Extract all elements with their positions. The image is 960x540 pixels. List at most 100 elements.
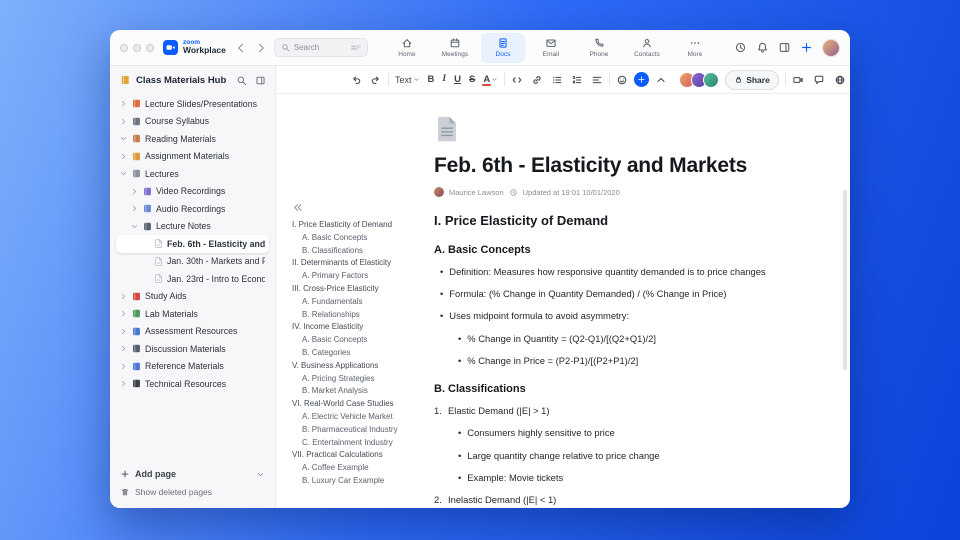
text-color-button[interactable]: A: [481, 74, 500, 86]
chevron-right-icon[interactable]: [119, 362, 128, 371]
document-content[interactable]: Feb. 6th - Elasticity and Markets Mauric…: [424, 94, 850, 508]
tree-item[interactable]: Lecture Notes: [116, 218, 269, 236]
tab-more[interactable]: More: [673, 33, 717, 63]
chevron-right-icon[interactable]: [119, 344, 128, 353]
minimize-window-button[interactable]: [133, 43, 141, 52]
user-avatar[interactable]: [822, 38, 840, 57]
insert-button[interactable]: [634, 72, 650, 87]
tree-item[interactable]: Study Aids: [116, 288, 269, 306]
tree-item[interactable]: Reading Materials: [116, 130, 269, 148]
outline-item[interactable]: IV. Income Elasticity: [292, 321, 422, 334]
collapse-outline-icon[interactable]: [292, 202, 303, 213]
scrollbar[interactable]: [843, 190, 847, 370]
language-icon[interactable]: [834, 74, 846, 86]
chevron-down-icon[interactable]: [130, 222, 139, 231]
add-page-button[interactable]: Add page: [120, 465, 265, 483]
comments-icon[interactable]: [813, 74, 825, 86]
outline-item[interactable]: V. Business Applications: [292, 360, 422, 373]
collaborator-avatars[interactable]: [675, 71, 720, 88]
outline-item[interactable]: A. Pricing Strategies: [292, 373, 422, 386]
bullet-list-button[interactable]: [549, 73, 565, 87]
toggle-panel-icon[interactable]: [778, 41, 791, 54]
chevron-down-icon[interactable]: [256, 470, 265, 479]
tree-item[interactable]: Assignment Materials: [116, 148, 269, 166]
close-window-button[interactable]: [120, 43, 128, 52]
chevron-right-icon[interactable]: [119, 292, 128, 301]
forward-button[interactable]: [254, 42, 268, 54]
outline-item[interactable]: III. Cross-Price Elasticity: [292, 283, 422, 296]
emoji-button[interactable]: [614, 73, 630, 87]
underline-button[interactable]: U: [452, 74, 463, 86]
tab-contacts[interactable]: Contacts: [625, 33, 669, 63]
chevron-right-icon[interactable]: [130, 204, 139, 213]
global-search-input[interactable]: Search ⌘F: [273, 38, 368, 57]
tree-item[interactable]: Technical Resources: [116, 375, 269, 393]
outline-item[interactable]: B. Market Analysis: [292, 385, 422, 398]
chevron-right-icon[interactable]: [119, 152, 128, 161]
share-button[interactable]: Share: [725, 69, 779, 90]
chevron-right-icon[interactable]: [130, 187, 139, 196]
back-button[interactable]: [234, 42, 248, 54]
tree-item[interactable]: Jan. 23rd - Intro to Econo...: [116, 270, 269, 288]
undo-button[interactable]: [348, 73, 364, 87]
outline-item[interactable]: A. Primary Factors: [292, 270, 422, 283]
new-icon[interactable]: [800, 41, 813, 54]
outline-item[interactable]: A. Basic Concepts: [292, 334, 422, 347]
chevron-right-icon[interactable]: [119, 99, 128, 108]
numbered-list-button[interactable]: [569, 73, 585, 87]
bold-button[interactable]: B: [426, 74, 437, 86]
sidebar-collapse-icon[interactable]: [255, 75, 266, 86]
chevron-down-icon[interactable]: [119, 169, 128, 178]
tab-meetings[interactable]: Meetings: [433, 33, 477, 63]
tab-home[interactable]: Home: [385, 33, 429, 63]
tree-item[interactable]: Course Syllabus: [116, 113, 269, 131]
outline-item[interactable]: B. Luxury Car Example: [292, 475, 422, 488]
outline-item[interactable]: A. Coffee Example: [292, 462, 422, 475]
history-icon[interactable]: [734, 41, 747, 54]
outline-item[interactable]: B. Categories: [292, 347, 422, 360]
outline-item[interactable]: B. Classifications: [292, 245, 422, 258]
code-block-button[interactable]: [509, 73, 525, 87]
chevron-down-icon[interactable]: [119, 134, 128, 143]
tree-item[interactable]: Reference Materials: [116, 358, 269, 376]
tree-item[interactable]: Assessment Resources: [116, 323, 269, 341]
outline-item[interactable]: B. Pharmaceutical Industry: [292, 424, 422, 437]
align-button[interactable]: [589, 73, 605, 87]
outline-item[interactable]: I. Price Elasticity of Demand: [292, 219, 422, 232]
chevron-right-icon[interactable]: [119, 117, 128, 126]
outline-item[interactable]: C. Entertainment Industry: [292, 437, 422, 450]
tree-item[interactable]: Jan. 30th - Markets and P...: [116, 253, 269, 271]
chevron-right-icon[interactable]: [119, 309, 128, 318]
tab-email[interactable]: Email: [529, 33, 573, 63]
outline-item[interactable]: II. Determinants of Elasticity: [292, 257, 422, 270]
outline-item[interactable]: A. Electric Vehicle Market: [292, 411, 422, 424]
insert-link-button[interactable]: [529, 73, 545, 87]
collaborator-avatar[interactable]: [703, 71, 720, 88]
tab-phone[interactable]: Phone: [577, 33, 621, 63]
tree-item[interactable]: Lecture Slides/Presentations: [116, 95, 269, 113]
maximize-window-button[interactable]: [146, 43, 154, 52]
outline-item[interactable]: B. Relationships: [292, 309, 422, 322]
tree-item[interactable]: Lectures: [116, 165, 269, 183]
tree-item[interactable]: Audio Recordings: [116, 200, 269, 218]
chevron-right-icon[interactable]: [119, 379, 128, 388]
outline-item[interactable]: A. Fundamentals: [292, 296, 422, 309]
tree-item[interactable]: Feb. 6th - Elasticity and M...: [116, 235, 269, 253]
tab-docs[interactable]: Docs: [480, 32, 525, 63]
outline-item[interactable]: A. Basic Concepts: [292, 232, 422, 245]
redo-button[interactable]: [368, 73, 384, 87]
strikethrough-button[interactable]: S: [467, 74, 477, 86]
sidebar-search-icon[interactable]: [236, 75, 247, 86]
show-deleted-button[interactable]: Show deleted pages: [120, 483, 265, 500]
tree-item[interactable]: Lab Materials: [116, 305, 269, 323]
notifications-icon[interactable]: [756, 41, 769, 54]
outline-item[interactable]: VII. Practical Calculations: [292, 449, 422, 462]
chevron-right-icon[interactable]: [119, 327, 128, 336]
italic-button[interactable]: I: [440, 74, 448, 86]
text-style-button[interactable]: Text: [393, 74, 422, 86]
collapse-toolbar-button[interactable]: [653, 73, 669, 87]
tree-item[interactable]: Video Recordings: [116, 183, 269, 201]
outline-item[interactable]: VI. Real-World Case Studies: [292, 398, 422, 411]
tree-item[interactable]: Discussion Materials: [116, 340, 269, 358]
start-video-icon[interactable]: [792, 74, 804, 86]
